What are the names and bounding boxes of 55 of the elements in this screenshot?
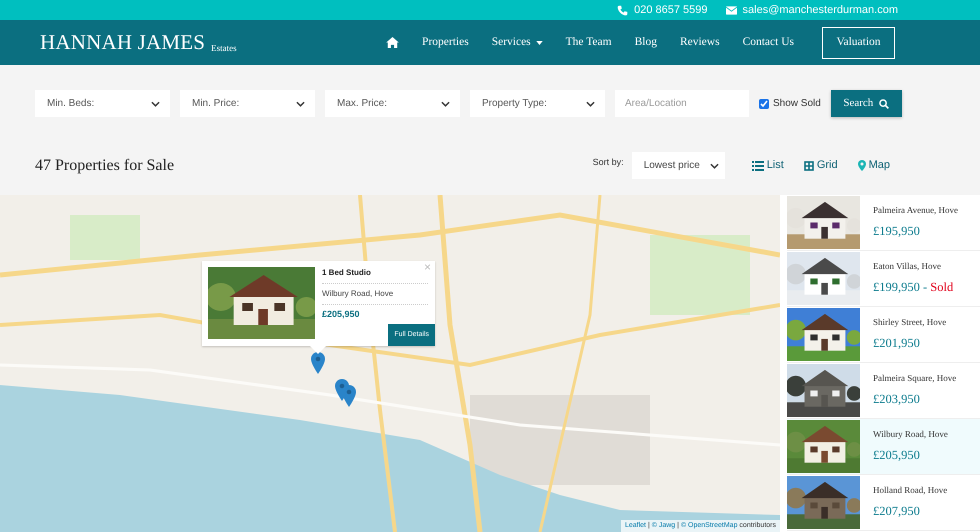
list-icon xyxy=(752,160,764,170)
chevron-down-icon xyxy=(586,100,595,106)
checkbox-label: Show Sold xyxy=(773,97,821,111)
listing-card[interactable]: Eaton Villas, Hove £199,950 - Sold xyxy=(787,251,980,307)
sort-select[interactable]: Lowest price xyxy=(632,152,725,179)
chevron-down-icon xyxy=(296,100,305,106)
listing-price: £195,950 xyxy=(873,223,921,240)
envelope-icon xyxy=(726,4,737,16)
phone-icon xyxy=(617,4,628,16)
listing-address: Wilbury Road, Hove xyxy=(873,428,948,441)
checkbox[interactable] xyxy=(759,98,769,108)
view-toggle-link[interactable]: Map xyxy=(858,157,890,174)
listing-card[interactable]: Wilbury Road, Hove £205,950 xyxy=(787,419,980,475)
nav-link[interactable]: Blog xyxy=(634,34,657,52)
listing-address: Eaton Villas, Hove xyxy=(873,260,942,273)
view-toggle-link[interactable]: Grid xyxy=(804,157,838,174)
chevron-down-icon xyxy=(151,100,160,106)
listing-address: Holland Road, Hove xyxy=(873,484,948,497)
listing-card[interactable]: Palmeira Avenue, Hove £195,950 xyxy=(787,195,980,251)
location-field[interactable]: Area/Location xyxy=(615,90,749,117)
dropdown-select[interactable]: Min. Price: xyxy=(180,90,315,117)
listing-price: £207,950 xyxy=(873,503,921,520)
results-heading: 47 Properties for Sale xyxy=(35,156,174,176)
sort-label: Sort by: xyxy=(592,156,624,169)
search-button[interactable]: Search xyxy=(830,90,902,117)
caret-icon xyxy=(536,40,543,44)
home-icon xyxy=(386,37,400,48)
listing-address: Shirley Street, Hove xyxy=(873,316,946,329)
nav-link[interactable]: The Team xyxy=(566,34,612,52)
view-toggle-link[interactable]: List xyxy=(752,157,784,174)
listing-price: £201,950 xyxy=(873,335,921,352)
chevron-down-icon xyxy=(710,162,719,168)
map-pin-icon xyxy=(858,160,866,171)
listing-card[interactable]: Shirley Street, Hove £201,950 xyxy=(787,307,980,363)
logo-text[interactable]: HANNAH JAMES xyxy=(40,26,206,58)
logo-subtitle: Estates xyxy=(211,42,237,55)
listing-address: Palmeira Square, Hove xyxy=(873,372,956,385)
nav-link[interactable]: Reviews xyxy=(680,34,720,52)
valuation-button[interactable]: Valuation xyxy=(822,26,895,58)
listing-card[interactable]: Holland Road, Hove £207,950 xyxy=(787,475,980,531)
dropdown-select[interactable]: Min. Beds: xyxy=(35,90,170,117)
nav-link[interactable]: Services xyxy=(492,34,543,52)
search-icon xyxy=(879,98,890,108)
dropdown-select[interactable]: Property Type: xyxy=(470,90,605,117)
grid-icon xyxy=(804,160,814,170)
nav-link[interactable]: Properties xyxy=(422,34,469,52)
listing-price: £205,950 xyxy=(873,447,921,464)
listing-price: £199,950 - Sold xyxy=(873,279,954,296)
chevron-down-icon xyxy=(441,100,450,106)
home-link[interactable] xyxy=(386,37,400,48)
dropdown-select[interactable]: Max. Price: xyxy=(325,90,460,117)
listing-price: £203,950 xyxy=(873,391,921,408)
listing-card[interactable]: Palmeira Square, Hove £203,950 xyxy=(787,363,980,419)
listing-address: Palmeira Avenue, Hove xyxy=(873,204,958,217)
nav-link[interactable]: Contact Us xyxy=(742,34,794,52)
